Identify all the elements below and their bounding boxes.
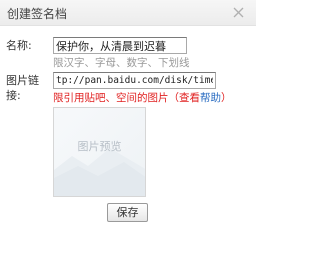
close-icon[interactable] [233, 7, 244, 18]
warning-text: 限引用贴吧、空间的图片（查看 [53, 92, 200, 104]
image-url-input[interactable] [53, 72, 216, 89]
create-signature-dialog: 创建签名档 名称: 限汉字、字母、数字、下划线 图片链 接: 限引用贴吧、空间的… [0, 0, 256, 254]
name-label: 名称: [6, 39, 32, 52]
help-link[interactable]: 帮助 [200, 92, 221, 104]
dialog-header: 创建签名档 [0, 0, 256, 26]
dialog-title: 创建签名档 [7, 7, 68, 21]
warning-text-end: ） [221, 92, 232, 104]
preview-label: 图片预览 [77, 140, 122, 153]
image-preview: 图片预览 [53, 107, 146, 197]
name-hint: 限汉字、字母、数字、下划线 [53, 57, 190, 69]
save-button[interactable]: 保存 [107, 203, 148, 222]
image-url-label-cont: 接: [6, 89, 21, 102]
image-url-warning: 限引用贴吧、空间的图片（查看帮助） [53, 90, 232, 105]
name-input[interactable] [53, 37, 187, 54]
